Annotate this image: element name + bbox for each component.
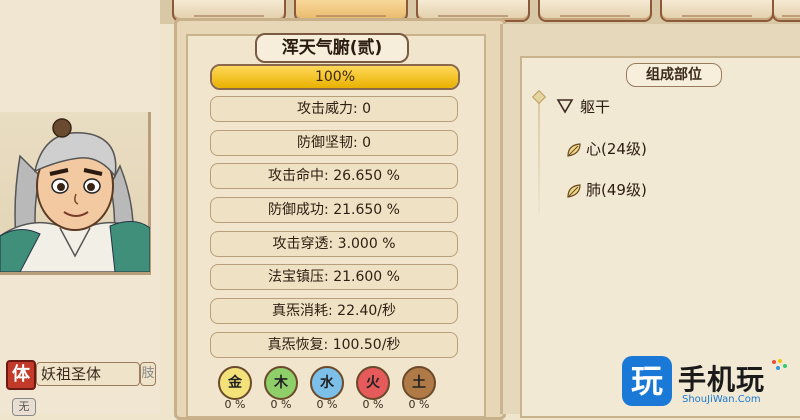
tree-node-heart[interactable]: 心(24级) xyxy=(586,138,647,159)
extra-tag: 无 xyxy=(12,398,36,416)
water-element-icon: 水 xyxy=(310,366,344,400)
limb-tag[interactable]: 肢 xyxy=(140,362,156,386)
earth-element-icon: 土 xyxy=(402,366,436,400)
watermark-url: ShouJiWan.Com xyxy=(682,394,761,405)
watermark-logo-icon: 玩 xyxy=(622,356,672,406)
wood-element-icon: 木 xyxy=(264,366,298,400)
stat-row: 攻击威力: 0 xyxy=(210,96,458,122)
fire-element-icon: 火 xyxy=(356,366,390,400)
metal-element-icon: 金 xyxy=(218,366,252,400)
stat-row: 防御成功: 21.650 % xyxy=(210,197,458,223)
leaf-icon xyxy=(567,143,581,157)
organ-title: 浑天气腑(贰) xyxy=(255,33,409,63)
fire-element-pct: 0 % xyxy=(362,398,384,411)
character-portrait xyxy=(0,118,150,272)
stat-row: 法宝镇压: 21.600 % xyxy=(210,264,458,290)
stats-inner xyxy=(186,34,486,418)
stat-row: 攻击命中: 26.650 % xyxy=(210,163,458,189)
tree-node-torso[interactable]: 躯干 xyxy=(580,96,610,117)
stat-row: 攻击穿透: 3.000 % xyxy=(210,231,458,257)
watermark: 玩 手机玩 ShouJiWan.Com xyxy=(612,350,800,414)
leaf-icon xyxy=(567,184,581,198)
body-tag-icon: 体 xyxy=(6,360,36,390)
metal-element-pct: 0 % xyxy=(224,398,246,411)
stat-row: 真炁消耗: 22.40/秒 xyxy=(210,298,458,324)
progress-bar: 100% xyxy=(210,64,460,90)
tree-node-lung[interactable]: 肺(49级) xyxy=(586,179,647,200)
stat-row: 真炁恢复: 100.50/秒 xyxy=(210,332,458,358)
tab-4[interactable] xyxy=(538,0,652,22)
stat-row: 防御坚韧: 0 xyxy=(210,130,458,156)
earth-element-pct: 0 % xyxy=(408,398,430,411)
body-name-label[interactable]: 妖祖圣体 xyxy=(36,362,140,386)
watermark-dots-icon xyxy=(772,359,787,370)
collapse-triangle-icon[interactable] xyxy=(556,98,574,114)
watermark-text: 手机玩 xyxy=(678,363,766,396)
progress-text: 100% xyxy=(314,69,356,85)
composition-title: 组成部位 xyxy=(626,63,722,87)
tree-line xyxy=(538,95,540,215)
water-element-pct: 0 % xyxy=(316,398,338,411)
body-type-row: 体 妖祖圣体 肢 xyxy=(0,358,160,390)
tab-6[interactable] xyxy=(772,0,800,22)
tab-5[interactable] xyxy=(660,0,774,22)
wood-element-pct: 0 % xyxy=(270,398,292,411)
